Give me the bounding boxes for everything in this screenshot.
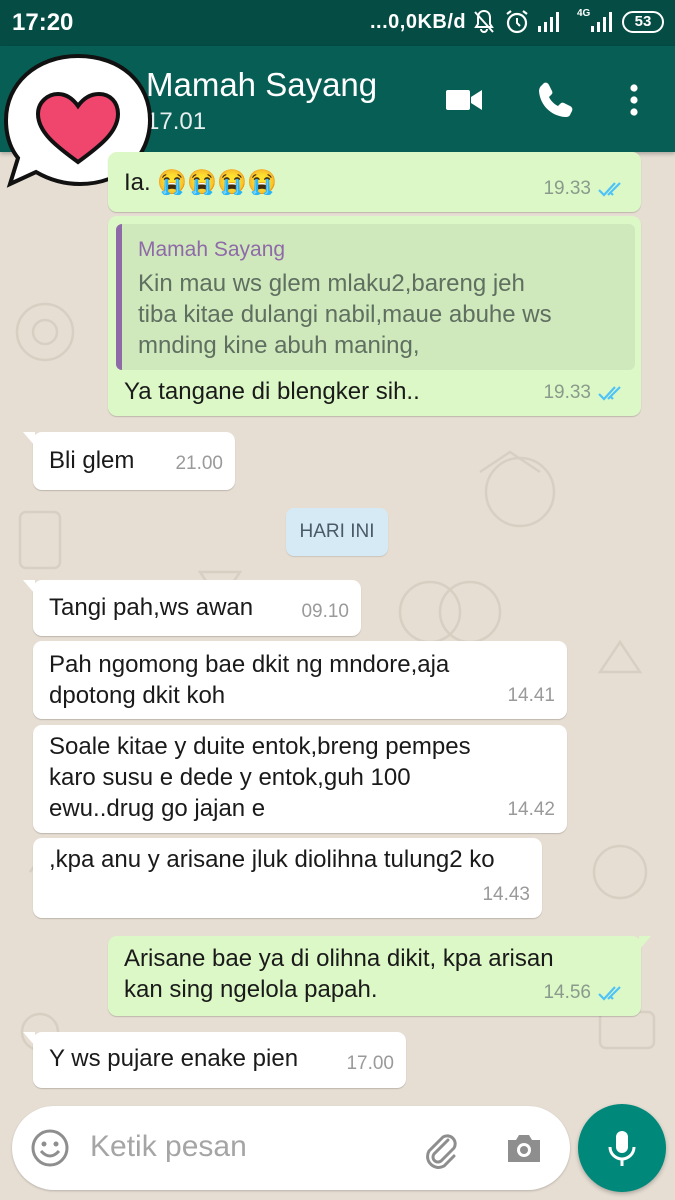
date-divider: HARI INI	[286, 508, 388, 556]
signal-icon	[538, 12, 559, 32]
message-bubble-incoming[interactable]: ,kpa anu y arisane jluk diolihna tulung2…	[33, 838, 542, 918]
bubble-tail	[639, 936, 651, 950]
read-ticks-icon	[598, 181, 621, 197]
quoted-message[interactable]: Mamah Sayang Kin mau ws glem mlaku2,bare…	[116, 224, 635, 370]
contact-name[interactable]: Mamah Sayang	[146, 66, 377, 104]
message-text: Bli glem	[49, 447, 135, 474]
bubble-tail	[23, 1032, 35, 1046]
message-bubble-incoming[interactable]: Tangi pah,ws awan 09.10	[23, 580, 361, 636]
message-time: 19.33	[543, 178, 591, 199]
message-line: ewu..drug go jajan e	[49, 795, 266, 822]
muted-bell-icon	[474, 9, 494, 33]
message-text: Y ws pujare enake pien	[49, 1045, 299, 1072]
status-time: 17:20	[12, 9, 74, 36]
phone-icon[interactable]	[532, 76, 580, 124]
battery-indicator: 53	[622, 11, 664, 33]
message-time: 09.10	[301, 601, 349, 622]
message-text: Tangi pah,ws awan	[49, 594, 254, 621]
message-composer[interactable]: Ketik pesan	[12, 1106, 570, 1190]
quote-line: Kin mau ws glem mlaku2,bareng jeh	[138, 270, 525, 297]
mic-icon	[608, 1131, 636, 1166]
message-text: Soale kitae y duite entok,breng pempes k…	[49, 731, 471, 824]
message-bubble-incoming[interactable]: Soale kitae y duite entok,breng pempes k…	[33, 725, 567, 833]
message-bubble-outgoing[interactable]: Ia. 😭😭😭😭 19.33	[108, 152, 641, 212]
quote-accent-bar	[116, 224, 122, 370]
message-bubble-incoming[interactable]: Pah ngomong bae dkit ng mndore,aja dpoto…	[33, 641, 567, 719]
message-bubble-reply[interactable]: Mamah Sayang Kin mau ws glem mlaku2,bare…	[108, 216, 641, 416]
message-bubble-outgoing[interactable]: Arisane bae ya di olihna dikit, kpa aris…	[108, 936, 651, 1016]
alarm-icon	[506, 10, 528, 34]
message-line: kan sing ngelola papah.	[124, 976, 378, 1003]
video-call-icon[interactable]	[440, 76, 488, 124]
quote-line: tiba kitae dulangi nabil,maue abuhe ws	[138, 301, 552, 328]
read-ticks-icon	[598, 985, 621, 1001]
quote-author: Mamah Sayang	[138, 238, 286, 261]
status-bar: 17:20 ...0,0KB/d 4G 53	[0, 0, 675, 46]
attachment-icon[interactable]	[418, 1126, 462, 1170]
message-text: Ia. 😭😭😭😭	[124, 169, 277, 196]
message-line: dpotong dkit koh	[49, 682, 226, 709]
message-text: Pah ngomong bae dkit ng mndore,aja dpoto…	[49, 649, 449, 711]
message-time: 19.33	[543, 382, 591, 403]
lte-indicator: 4G	[577, 8, 591, 19]
message-line: Arisane bae ya di olihna dikit, kpa aris…	[124, 945, 554, 972]
signal-icon-2	[591, 12, 612, 32]
message-text: ,kpa anu y arisane jluk diolihna tulung2…	[49, 846, 495, 873]
message-time: 14.42	[507, 799, 555, 820]
message-time: 14.41	[507, 685, 555, 706]
emoji-icon[interactable]	[28, 1126, 72, 1170]
bubble-tail	[23, 432, 35, 446]
message-text: Arisane bae ya di olihna dikit, kpa aris…	[124, 943, 554, 1005]
message-time: 21.00	[175, 453, 223, 474]
more-vert-icon[interactable]	[610, 76, 658, 124]
network-speed: ...0,0KB/d	[370, 11, 467, 33]
quote-line: mnding kine abuh maning,	[138, 332, 420, 359]
message-text: Ya tangane di blengker sih..	[124, 378, 420, 405]
quote-text: Kin mau ws glem mlaku2,bareng jeh tiba k…	[138, 268, 618, 361]
message-line: Soale kitae y duite entok,breng pempes	[49, 733, 471, 760]
message-line: karo susu e dede y entok,guh 100	[49, 764, 411, 791]
message-line: Pah ngomong bae dkit ng mndore,aja	[49, 651, 450, 678]
camera-icon[interactable]	[502, 1126, 546, 1170]
message-bubble-incoming[interactable]: Y ws pujare enake pien 17.00	[23, 1032, 406, 1088]
message-time: 14.56	[543, 982, 591, 1003]
message-time: 17.00	[346, 1053, 394, 1074]
mic-button[interactable]	[578, 1104, 666, 1192]
read-ticks-icon	[598, 385, 621, 401]
message-input[interactable]: Ketik pesan	[90, 1130, 247, 1164]
message-bubble-incoming[interactable]: Bli glem 21.00	[23, 432, 235, 490]
message-time: 14.43	[482, 884, 530, 905]
bubble-tail	[23, 580, 35, 594]
